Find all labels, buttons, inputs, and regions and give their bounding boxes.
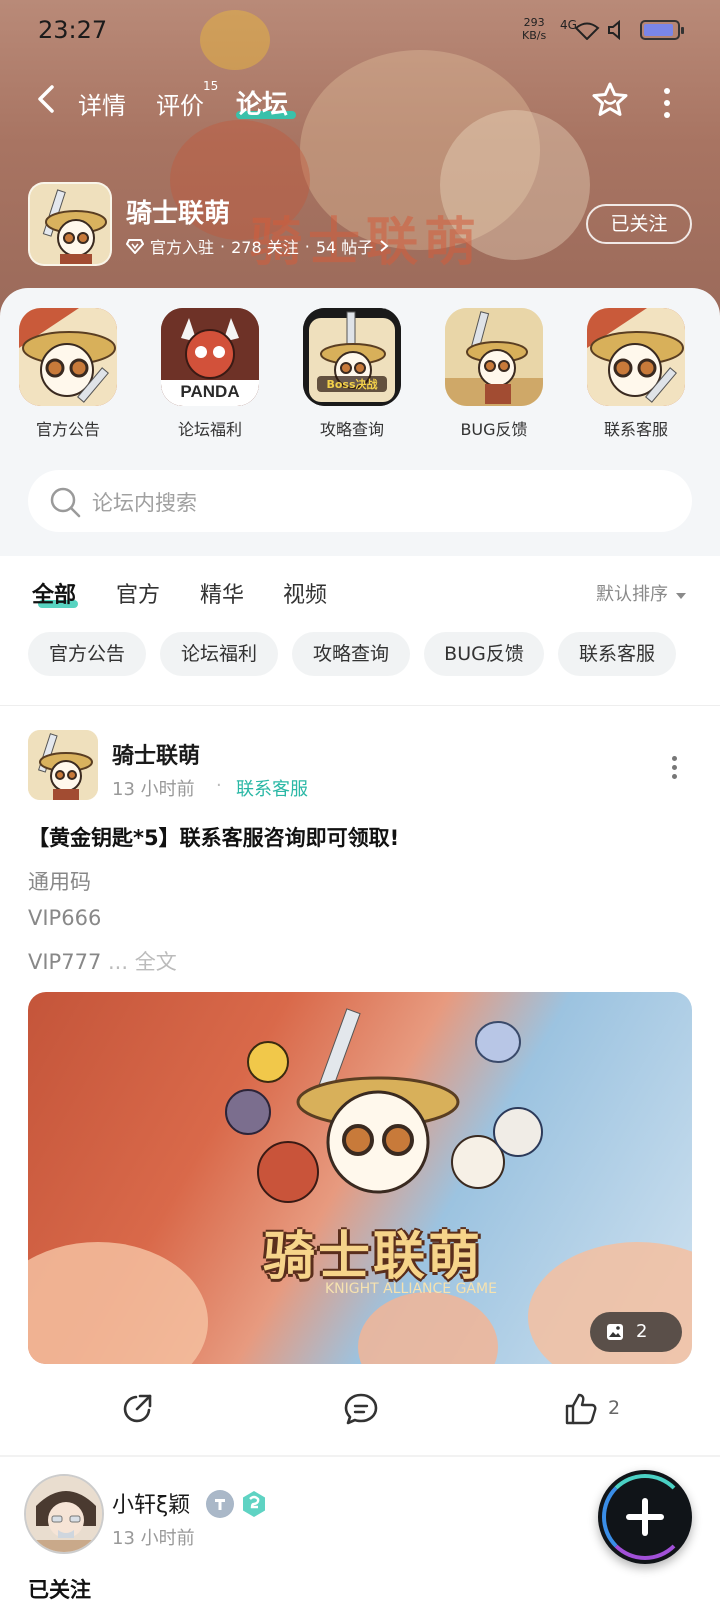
shortcut-label: 官方公告 bbox=[35, 420, 100, 439]
filter-tab-all[interactable]: 全部 bbox=[32, 577, 76, 609]
shortcut-label: 联系客服 bbox=[603, 420, 668, 439]
filter-tab-featured[interactable]: 精华 bbox=[200, 577, 244, 609]
boss-overlay-text: Boss决战 bbox=[317, 376, 387, 392]
comment-icon[interactable] bbox=[343, 1392, 379, 1426]
search-placeholder: 论坛内搜索 bbox=[92, 491, 197, 515]
sort-dropdown[interactable]: 默认排序 bbox=[596, 580, 686, 606]
shortcut-bug-report[interactable]: BUG反馈 bbox=[439, 308, 549, 440]
next-post-author-name[interactable]: 小轩ξ颖 bbox=[112, 1487, 190, 1519]
chip-welfare[interactable]: 论坛福利 bbox=[160, 632, 278, 676]
chevron-right-icon bbox=[380, 240, 389, 252]
filter-tab-video[interactable]: 视频 bbox=[283, 577, 327, 609]
rank-badge-icon bbox=[206, 1490, 234, 1518]
forum-search-bar[interactable]: 论坛内搜索 bbox=[28, 470, 692, 532]
shortcut-label: 论坛福利 bbox=[177, 420, 242, 439]
forum-avatar[interactable] bbox=[28, 182, 112, 266]
shortcut-label: 攻略查询 bbox=[319, 420, 384, 439]
chip-customer-service[interactable]: 联系客服 bbox=[558, 632, 676, 676]
game-subtitle-text: KNIGHT ALLIANCE GAME bbox=[325, 1281, 497, 1297]
shortcut-guide[interactable]: Boss决战 攻略查询 bbox=[297, 308, 407, 440]
volume-icon bbox=[608, 20, 620, 40]
post-more-icon[interactable] bbox=[672, 756, 678, 779]
post-content-line: 通用码 bbox=[28, 870, 91, 894]
like-icon[interactable] bbox=[564, 1392, 598, 1426]
game-mascot-art bbox=[225, 1008, 543, 1203]
post-title[interactable]: 【黄金钥匙*5】联系客服咨询即可领取! bbox=[28, 822, 399, 852]
forum-meta[interactable]: 官方入驻 · 278 关注 · 54 帖子 bbox=[126, 234, 389, 258]
post-author-name[interactable]: 骑士联萌 bbox=[112, 738, 200, 770]
favorite-star-icon[interactable] bbox=[590, 80, 630, 120]
status-bar: 23:27 293 KB/s 4G bbox=[0, 0, 720, 60]
net-speed: 293 KB/s bbox=[522, 16, 547, 42]
tab-forum[interactable]: 论坛 bbox=[236, 84, 288, 121]
next-post-follow-text: 已关注 bbox=[28, 1578, 91, 1600]
gallery-icon bbox=[607, 1324, 623, 1340]
followers-count: 278 关注 bbox=[231, 238, 299, 257]
follow-button[interactable]: 已关注 bbox=[586, 204, 692, 244]
official-label: 官方入驻 bbox=[150, 238, 215, 257]
wifi-icon bbox=[574, 22, 600, 40]
tab-reviews[interactable]: 评价 bbox=[156, 86, 204, 121]
next-post-time: 13 小时前 bbox=[112, 1528, 195, 1549]
chip-guide[interactable]: 攻略查询 bbox=[292, 632, 410, 676]
official-diamond-icon bbox=[126, 239, 144, 254]
shortcut-announcement[interactable]: 官方公告 bbox=[13, 308, 123, 440]
share-icon[interactable] bbox=[120, 1392, 154, 1426]
panda-overlay-text: PANDA bbox=[180, 382, 240, 401]
customer-service-icon bbox=[587, 308, 685, 406]
battery-icon bbox=[640, 20, 684, 40]
chip-bug-report[interactable]: BUG反馈 bbox=[424, 632, 544, 676]
post-divider bbox=[0, 1455, 720, 1457]
shortcut-welfare[interactable]: PANDA 论坛福利 bbox=[155, 308, 265, 440]
like-count: 2 bbox=[608, 1397, 621, 1419]
guide-icon: Boss决战 bbox=[303, 308, 401, 406]
post-author-avatar[interactable] bbox=[28, 730, 98, 800]
shortcut-customer-service[interactable]: 联系客服 bbox=[581, 308, 691, 440]
bug-report-icon bbox=[445, 308, 543, 406]
shortcut-label: BUG反馈 bbox=[460, 420, 528, 439]
more-options-icon[interactable] bbox=[664, 88, 672, 118]
filter-tab-official[interactable]: 官方 bbox=[116, 577, 160, 609]
meta-separator: · bbox=[216, 775, 222, 796]
back-arrow-icon[interactable] bbox=[32, 84, 60, 114]
create-post-button[interactable] bbox=[598, 1470, 692, 1564]
status-time: 23:27 bbox=[38, 16, 108, 44]
game-title-text: 骑士联萌 bbox=[263, 1226, 484, 1287]
tab-details[interactable]: 详情 bbox=[78, 86, 126, 121]
caret-down-icon bbox=[675, 593, 686, 599]
review-count-badge: 15 bbox=[203, 79, 219, 93]
welfare-icon: PANDA bbox=[161, 308, 259, 406]
search-icon bbox=[50, 487, 81, 518]
forum-name: 骑士联萌 bbox=[126, 199, 231, 229]
posts-count: 54 帖子 bbox=[315, 238, 374, 257]
next-post-author-avatar[interactable] bbox=[24, 1474, 104, 1554]
image-count-badge: 2 bbox=[590, 1312, 682, 1352]
read-full-link[interactable]: ... 全文 bbox=[108, 950, 177, 974]
section-divider bbox=[0, 705, 720, 706]
post-image[interactable]: 骑士联萌 KNIGHT ALLIANCE GAME 2 bbox=[28, 992, 692, 1364]
announcement-icon bbox=[19, 308, 117, 406]
post-content-line: VIP666 bbox=[28, 906, 102, 930]
post-category-tag[interactable]: 联系客服 bbox=[236, 775, 308, 801]
chip-announcement[interactable]: 官方公告 bbox=[28, 632, 146, 676]
level-badge-icon bbox=[243, 1491, 265, 1517]
post-content-line: VIP777 ... 全文 bbox=[28, 950, 177, 974]
post-time: 13 小时前 bbox=[112, 779, 195, 800]
